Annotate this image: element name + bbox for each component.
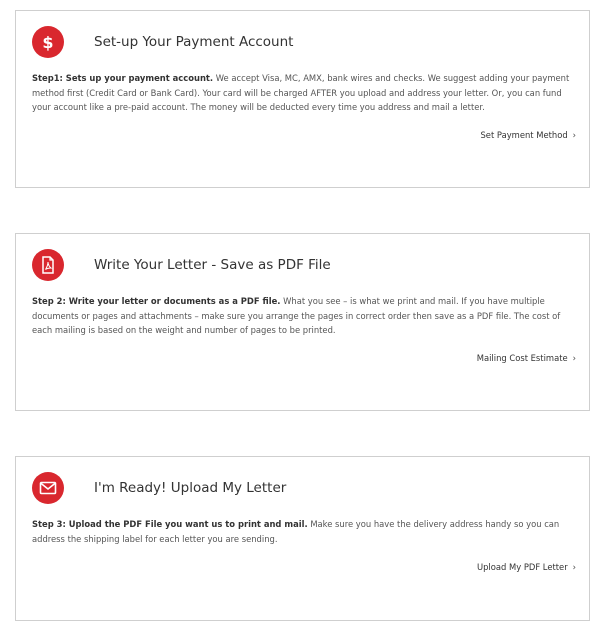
step-description-lead: Step 2: Write your letter or documents a… bbox=[32, 296, 281, 306]
link-label: Upload My PDF Letter bbox=[476, 562, 568, 572]
chevron-right-icon: › bbox=[572, 562, 576, 572]
chevron-right-icon: › bbox=[572, 130, 576, 140]
step-title: I'm Ready! Upload My Letter bbox=[94, 480, 287, 496]
chevron-right-icon: › bbox=[572, 353, 576, 363]
step-card-upload: I'm Ready! Upload My Letter Step 3: Uplo… bbox=[15, 456, 590, 621]
step-header: Write Your Letter - Save as PDF File bbox=[32, 249, 331, 281]
step-description: Step1: Sets up your payment account. We … bbox=[32, 71, 577, 115]
step-title: Write Your Letter - Save as PDF File bbox=[94, 257, 331, 273]
step-description: Step 3: Upload the PDF File you want us … bbox=[32, 517, 577, 546]
envelope-icon bbox=[32, 472, 64, 504]
upload-my-pdf-letter-link[interactable]: Upload My PDF Letter › bbox=[477, 562, 576, 572]
step-header: $ Set-up Your Payment Account bbox=[32, 26, 293, 58]
svg-text:$: $ bbox=[42, 33, 53, 51]
step-description-lead: Step1: Sets up your payment account. bbox=[32, 73, 214, 83]
pdf-file-icon bbox=[32, 249, 64, 281]
step-header: I'm Ready! Upload My Letter bbox=[32, 472, 286, 504]
step-description: Step 2: Write your letter or documents a… bbox=[32, 294, 577, 338]
step-description-lead: Step 3: Upload the PDF File you want us … bbox=[32, 519, 308, 529]
link-label: Set Payment Method bbox=[480, 130, 568, 140]
link-label: Mailing Cost Estimate bbox=[476, 353, 568, 363]
step-card-write-letter: Write Your Letter - Save as PDF File Ste… bbox=[15, 233, 590, 411]
dollar-icon: $ bbox=[32, 26, 64, 58]
step-card-payment: $ Set-up Your Payment Account Step1: Set… bbox=[15, 10, 590, 188]
set-payment-method-link[interactable]: Set Payment Method › bbox=[480, 130, 576, 140]
step-title: Set-up Your Payment Account bbox=[94, 34, 294, 50]
mailing-cost-estimate-link[interactable]: Mailing Cost Estimate › bbox=[477, 353, 576, 363]
